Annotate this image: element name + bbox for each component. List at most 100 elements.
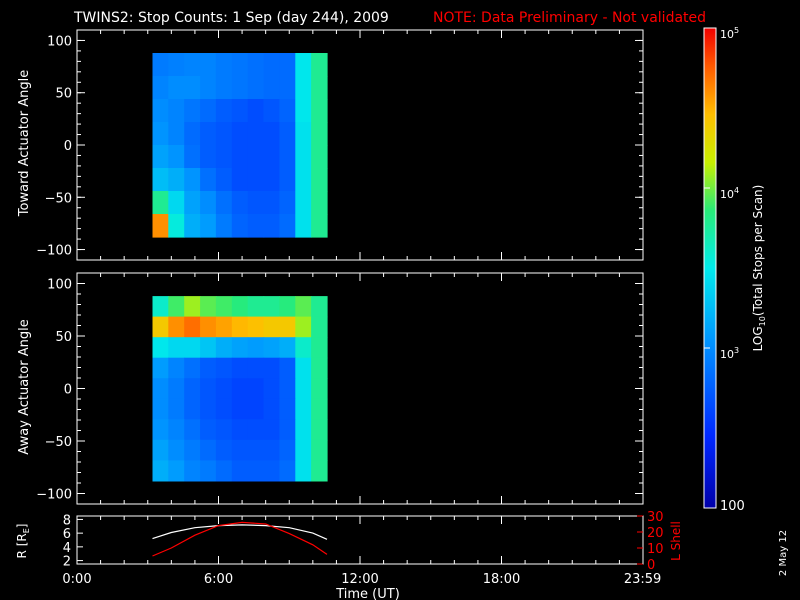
toward-heatmap-cell [295, 191, 312, 215]
away-heatmap-cell [231, 398, 249, 420]
toward-heatmap-cell [295, 99, 312, 123]
away-heatmap-cell [215, 460, 233, 482]
toward-heatmap-cell [184, 122, 201, 146]
away-heatmap-cell [200, 378, 217, 400]
toward-heatmap-cell [231, 145, 249, 169]
away-heatmap-cell [200, 337, 217, 359]
colorbar-label: LOG10(Total Stops per Scan) [751, 185, 767, 352]
away-heatmap-cell [263, 419, 280, 441]
toward-heatmap-cell [215, 53, 233, 77]
toward-heatmap-cell [231, 122, 249, 146]
toward-heatmap-cell [200, 53, 217, 77]
toward-heatmap-cell [247, 76, 265, 100]
away-heatmap-cell [152, 378, 169, 400]
away-heatmap-cell [184, 337, 201, 359]
toward-heatmap-cell [200, 122, 217, 146]
toward-heatmap-cell [184, 53, 201, 77]
toward-heatmap-cell [168, 122, 185, 146]
away-heatmap-cell [231, 296, 249, 318]
away-heatmap-cell [231, 316, 249, 338]
away-heatmap-cell [295, 357, 312, 379]
away-heatmap-cell [295, 419, 312, 441]
toward-heatmap-cell [263, 76, 280, 100]
away-heatmap-cell [311, 296, 328, 318]
toward-heatmap-cell [295, 214, 312, 238]
away-heatmap-cell [152, 296, 169, 318]
away-ytick-label: 100 [47, 278, 72, 293]
away-ytick-label: −100 [36, 488, 72, 503]
toward-heatmap-cell [311, 76, 328, 100]
away-heatmap-cell [184, 296, 201, 318]
toward-heatmap-cell [152, 53, 169, 77]
away-heatmap-cell [247, 316, 265, 338]
away-heatmap-cell [279, 296, 296, 318]
toward-heatmap-cell [184, 76, 201, 100]
toward-heatmap-cell [311, 53, 328, 77]
toward-heatmap-cell [168, 53, 185, 77]
toward-heatmap-cell [231, 99, 249, 123]
away-heatmap-cell [279, 460, 296, 482]
toward-heatmap-cell [168, 168, 185, 192]
toward-heatmap-cell [247, 99, 265, 123]
away-heatmap-cell [263, 460, 280, 482]
away-heatmap-cell [263, 398, 280, 420]
away-heatmap-cell [311, 378, 328, 400]
away-heatmap-cell [168, 460, 185, 482]
orbit-y2tick-label: 10 [647, 542, 664, 557]
toward-heatmap-cell [279, 99, 296, 123]
toward-heatmap-cell [279, 191, 296, 215]
toward-heatmap-cell [168, 214, 185, 238]
away-heatmap-cell [168, 378, 185, 400]
away-heatmap-cell [184, 460, 201, 482]
toward-heatmap-cell [184, 191, 201, 215]
away-heatmap-cell [215, 316, 233, 338]
away-heatmap-cell [279, 357, 296, 379]
toward-ytick-label: 100 [47, 34, 72, 49]
away-heatmap-cell [247, 460, 265, 482]
away-heatmap-cell [311, 398, 328, 420]
away-heatmap-cell [168, 419, 185, 441]
toward-heatmap-cell [231, 191, 249, 215]
toward-heatmap-cell [231, 53, 249, 77]
orbit-y2tick-label: 0 [647, 558, 655, 573]
toward-heatmap-cell [311, 99, 328, 123]
toward-heatmap-cell [184, 99, 201, 123]
away-heatmap-cell [263, 296, 280, 318]
colorbar: 105 104 103 100 LOG10(Total Stops per Sc… [703, 26, 767, 514]
time-tick-label: 0:00 [62, 572, 91, 587]
away-heatmap-cell [215, 296, 233, 318]
toward-heatmap-cell [279, 145, 296, 169]
toward-heatmap-cell [311, 145, 328, 169]
toward-heatmap-cell [200, 168, 217, 192]
toward-ytick-label: −100 [36, 244, 72, 259]
away-heatmap-cell [215, 419, 233, 441]
toward-heatmap-cell [215, 145, 233, 169]
away-heatmap-cell [263, 337, 280, 359]
away-heatmap-cell [184, 357, 201, 379]
away-heatmap-cell [279, 316, 296, 338]
toward-heatmap-cell [168, 76, 185, 100]
toward-heatmap-cell [279, 122, 296, 146]
toward-heatmap-cell [215, 76, 233, 100]
toward-heatmap-cell [247, 53, 265, 77]
away-ytick-label: 0 [64, 383, 72, 398]
away-heatmap-cell [168, 316, 185, 338]
toward-heatmap-cell [215, 122, 233, 146]
away-heatmap-cell [152, 316, 169, 338]
orbit-y2tick-label: 20 [647, 526, 664, 541]
away-heatmap-cell [152, 419, 169, 441]
toward-heatmap-cell [152, 76, 169, 100]
toward-heatmap-cell [295, 53, 312, 77]
away-heatmap-cell [231, 357, 249, 379]
toward-heatmap-cell [200, 145, 217, 169]
away-heatmap-cell [311, 357, 328, 379]
away-heatmap-cell [184, 439, 201, 461]
toward-heatmap-cell [152, 145, 169, 169]
toward-heatmap-cell [279, 214, 296, 238]
away-heatmap-cell [152, 439, 169, 461]
toward-heatmap-cell [200, 214, 217, 238]
away-heatmap-cell [263, 378, 280, 400]
toward-heatmap-cell [215, 214, 233, 238]
away-heatmap-cell [263, 316, 280, 338]
toward-heatmap-cell [295, 168, 312, 192]
